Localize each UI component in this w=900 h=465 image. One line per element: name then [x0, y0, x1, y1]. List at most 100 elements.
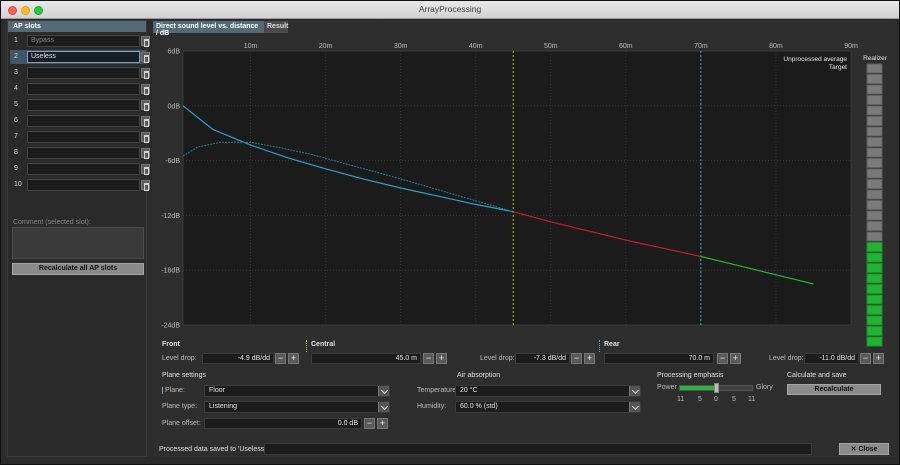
slot-number: 9 [14, 165, 18, 172]
slot-number: 6 [14, 117, 18, 124]
slot-name-field[interactable] [27, 147, 140, 159]
plane-settings-header: Plane settings [162, 372, 206, 379]
front-label: Front [162, 341, 180, 348]
slot-name-field[interactable] [27, 179, 140, 191]
tab-direct-sound[interactable]: Direct sound level vs. distance / dB [153, 21, 264, 37]
x-tick-label: 50m [544, 43, 558, 50]
slot-row[interactable]: 7 [10, 130, 150, 144]
central-plus-button[interactable]: + [584, 353, 595, 364]
central-level-drop-label: Level drop: [480, 355, 515, 362]
slot-number: 7 [14, 133, 18, 140]
humidity-combo[interactable]: 60.0 % (std) [455, 401, 641, 413]
central-distance-minus-button[interactable]: − [423, 353, 434, 364]
rear-plus-button[interactable]: + [873, 353, 884, 364]
slot-name-field[interactable] [27, 67, 140, 79]
slot-row[interactable]: 5 [10, 98, 150, 112]
humidity-value: 60.0 % (std) [460, 403, 498, 410]
emphasis-slider[interactable] [679, 383, 753, 393]
y-tick-label: -18dB [161, 268, 180, 275]
x-tick-label: 30m [394, 43, 408, 50]
front-minus-button[interactable]: − [275, 353, 286, 364]
realizer-cell [866, 252, 883, 263]
y-tick-label: 0dB [168, 103, 181, 110]
trash-icon[interactable] [141, 148, 150, 159]
slot-name-field[interactable] [27, 163, 140, 175]
slot-name-field[interactable]: Bypass [27, 35, 140, 47]
trash-icon[interactable] [141, 68, 150, 79]
plane-label: Plane: [162, 387, 185, 394]
emphasis-slider-thumb[interactable] [714, 383, 719, 393]
trash-icon[interactable] [141, 164, 150, 175]
slot-row[interactable]: 1 Bypass [10, 34, 150, 48]
realizer-label: Realizer [863, 55, 888, 62]
realizer-cell [866, 200, 883, 210]
trash-icon[interactable] [141, 36, 150, 47]
trash-icon[interactable] [141, 132, 150, 143]
calculate-save-header: Calculate and save [787, 372, 847, 379]
slot-row[interactable]: 4 [10, 82, 150, 96]
array-processing-window: ArrayProcessing AP slots 1 Bypass 2 Useless… [0, 0, 900, 465]
slot-row[interactable]: 9 [10, 162, 150, 176]
slot-name-field[interactable] [27, 131, 140, 143]
realizer-cell [866, 189, 883, 200]
trash-icon[interactable] [141, 116, 150, 127]
slot-name-field[interactable] [27, 83, 140, 95]
slot-name-field[interactable]: Useless [27, 51, 140, 63]
slot-number: 3 [14, 69, 18, 76]
realizer-cell [866, 116, 883, 126]
central-distance-field[interactable]: 45.0 m [311, 353, 421, 364]
front-plus-button[interactable]: + [288, 353, 299, 364]
slot-row[interactable]: 3 [10, 66, 150, 80]
realizer-cell [866, 210, 883, 221]
rear-distance-minus-button[interactable]: − [717, 353, 728, 364]
emphasis-tick-4: 11 [748, 396, 756, 403]
slot-name-field[interactable] [27, 115, 140, 127]
slot-row[interactable]: 6 [10, 114, 150, 128]
ap-slots-panel: AP slots 1 Bypass 2 Useless 3 4 5 6 7 8 9 10 Commen… [7, 20, 150, 457]
trash-icon[interactable] [141, 100, 150, 111]
chevron-down-icon [378, 402, 389, 412]
plane-type-combo[interactable]: Listening [204, 401, 390, 413]
slot-row[interactable]: 10 [10, 178, 150, 192]
recalculate-all-button[interactable]: Recalculate all AP slots [12, 263, 144, 275]
temperature-label: Temperature: [417, 387, 459, 394]
plane-type-value: Listening [209, 403, 238, 410]
plane-offset-field[interactable]: 0.0 dB [204, 418, 362, 429]
comment-field[interactable] [12, 227, 144, 259]
rear-distance-field[interactable]: 70.0 m [604, 353, 714, 364]
plane-offset-plus-button[interactable]: + [377, 418, 388, 429]
realizer-cell [866, 126, 883, 137]
plot-area: 10m 20m 30m 40m 50m 60m 70m 80m 90m 6dB 0dB -6dB -12… [153, 33, 897, 349]
plane-offset-minus-button[interactable]: − [364, 418, 375, 429]
rear-distance-plus-button[interactable]: + [730, 353, 741, 364]
air-absorption-header: Air absorption [457, 372, 501, 379]
central-minus-button[interactable]: − [571, 353, 582, 364]
x-tick-label: 10m [244, 43, 258, 50]
front-level-drop-field[interactable]: -4.9 dB/dd [202, 353, 274, 364]
x-tick-label: 40m [469, 43, 483, 50]
rear-minus-button[interactable]: − [860, 353, 871, 364]
central-level-drop-field[interactable]: -7.3 dB/dd [515, 353, 570, 364]
close-button[interactable]: ✕ Close [839, 443, 889, 455]
rear-level-drop-field[interactable]: -11.0 dB/dd [804, 353, 859, 364]
temperature-combo[interactable]: 20 °C [455, 385, 641, 397]
trash-icon[interactable] [141, 180, 150, 191]
central-distance-plus-button[interactable]: + [436, 353, 447, 364]
slot-name-field[interactable] [27, 99, 140, 111]
trash-icon[interactable] [141, 84, 150, 95]
main-panel: Direct sound level vs. distance / dB Res… [153, 20, 897, 457]
rear-label: Rear [604, 341, 620, 348]
realizer-cell [866, 179, 883, 189]
realizer-cell [866, 84, 883, 95]
tab-result[interactable]: Result [264, 21, 288, 33]
realizer-cell [866, 105, 883, 116]
recalculate-button[interactable]: Recalculate [787, 384, 881, 395]
slot-number: 4 [14, 85, 18, 92]
trash-icon[interactable] [141, 52, 150, 63]
slot-row[interactable]: 8 [10, 146, 150, 160]
slot-row[interactable]: 2 Useless [10, 50, 150, 64]
plane-combo[interactable]: Floor [204, 385, 390, 397]
x-tick-label: 20m [319, 43, 333, 50]
realizer-cell [866, 284, 883, 294]
ap-slots-header: AP slots [8, 21, 146, 32]
